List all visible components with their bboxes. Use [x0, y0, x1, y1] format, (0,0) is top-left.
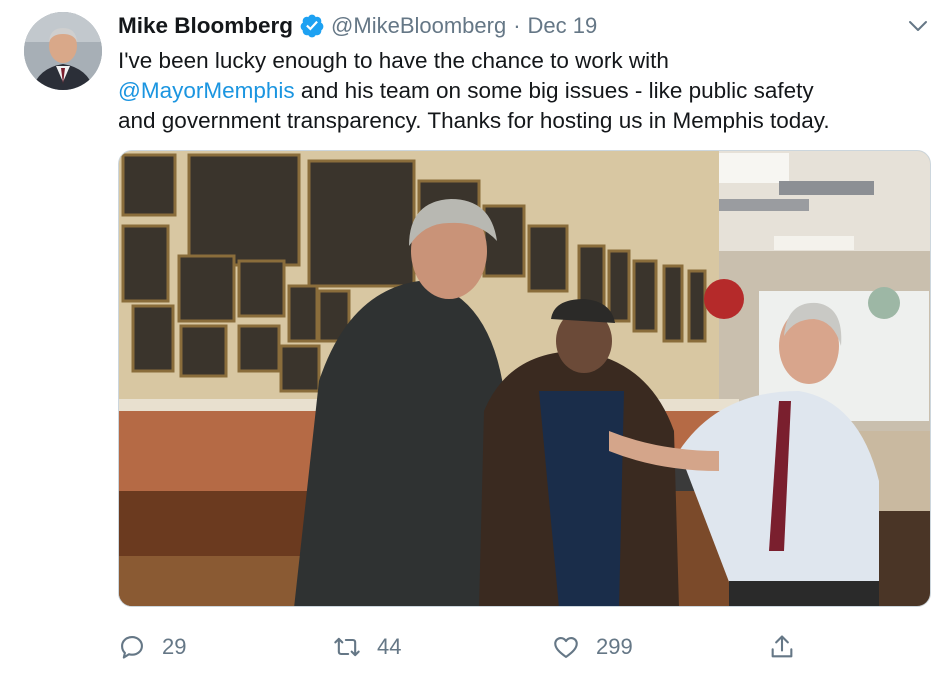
- share-button[interactable]: [768, 630, 796, 664]
- author-name[interactable]: Mike Bloomberg: [118, 13, 293, 39]
- action-bar: 29 44 299: [118, 630, 938, 664]
- separator-dot: ·: [513, 13, 521, 38]
- author-handle[interactable]: @MikeBloomberg: [331, 13, 506, 39]
- tweet-date[interactable]: Dec 19: [528, 13, 598, 39]
- retweet-button[interactable]: 44: [333, 630, 401, 664]
- like-button[interactable]: 299: [552, 630, 633, 664]
- retweet-count: 44: [377, 634, 402, 659]
- like-count: 299: [596, 634, 633, 659]
- chevron-down-icon[interactable]: [906, 16, 930, 36]
- verified-badge-icon: [300, 14, 324, 38]
- tweet-text-line-2-rest: and his team on some big issues - like p…: [294, 78, 814, 103]
- reply-icon: [121, 636, 143, 659]
- reply-button[interactable]: 29: [118, 630, 186, 664]
- photo-illustration: [119, 151, 930, 606]
- tweet-text-line-3: and government transparency. Thanks for …: [118, 108, 830, 133]
- tweet-photo[interactable]: [118, 150, 931, 607]
- reply-count: 29: [162, 634, 187, 659]
- share-icon: [771, 635, 793, 658]
- mention-link[interactable]: @MayorMemphis: [118, 78, 295, 103]
- tweet-text: I've been lucky enough to have the chanc…: [118, 46, 938, 136]
- avatar-image: [24, 12, 102, 90]
- avatar[interactable]: [24, 12, 102, 90]
- tweet-text-line-2: @MayorMemphis and his team on some big i…: [118, 76, 938, 106]
- tweet-header: Mike Bloomberg @MikeBloomberg · Dec 19: [118, 10, 597, 42]
- heart-icon: [554, 636, 578, 658]
- retweet-icon: [334, 637, 360, 657]
- tweet-text-line-1: I've been lucky enough to have the chanc…: [118, 48, 669, 73]
